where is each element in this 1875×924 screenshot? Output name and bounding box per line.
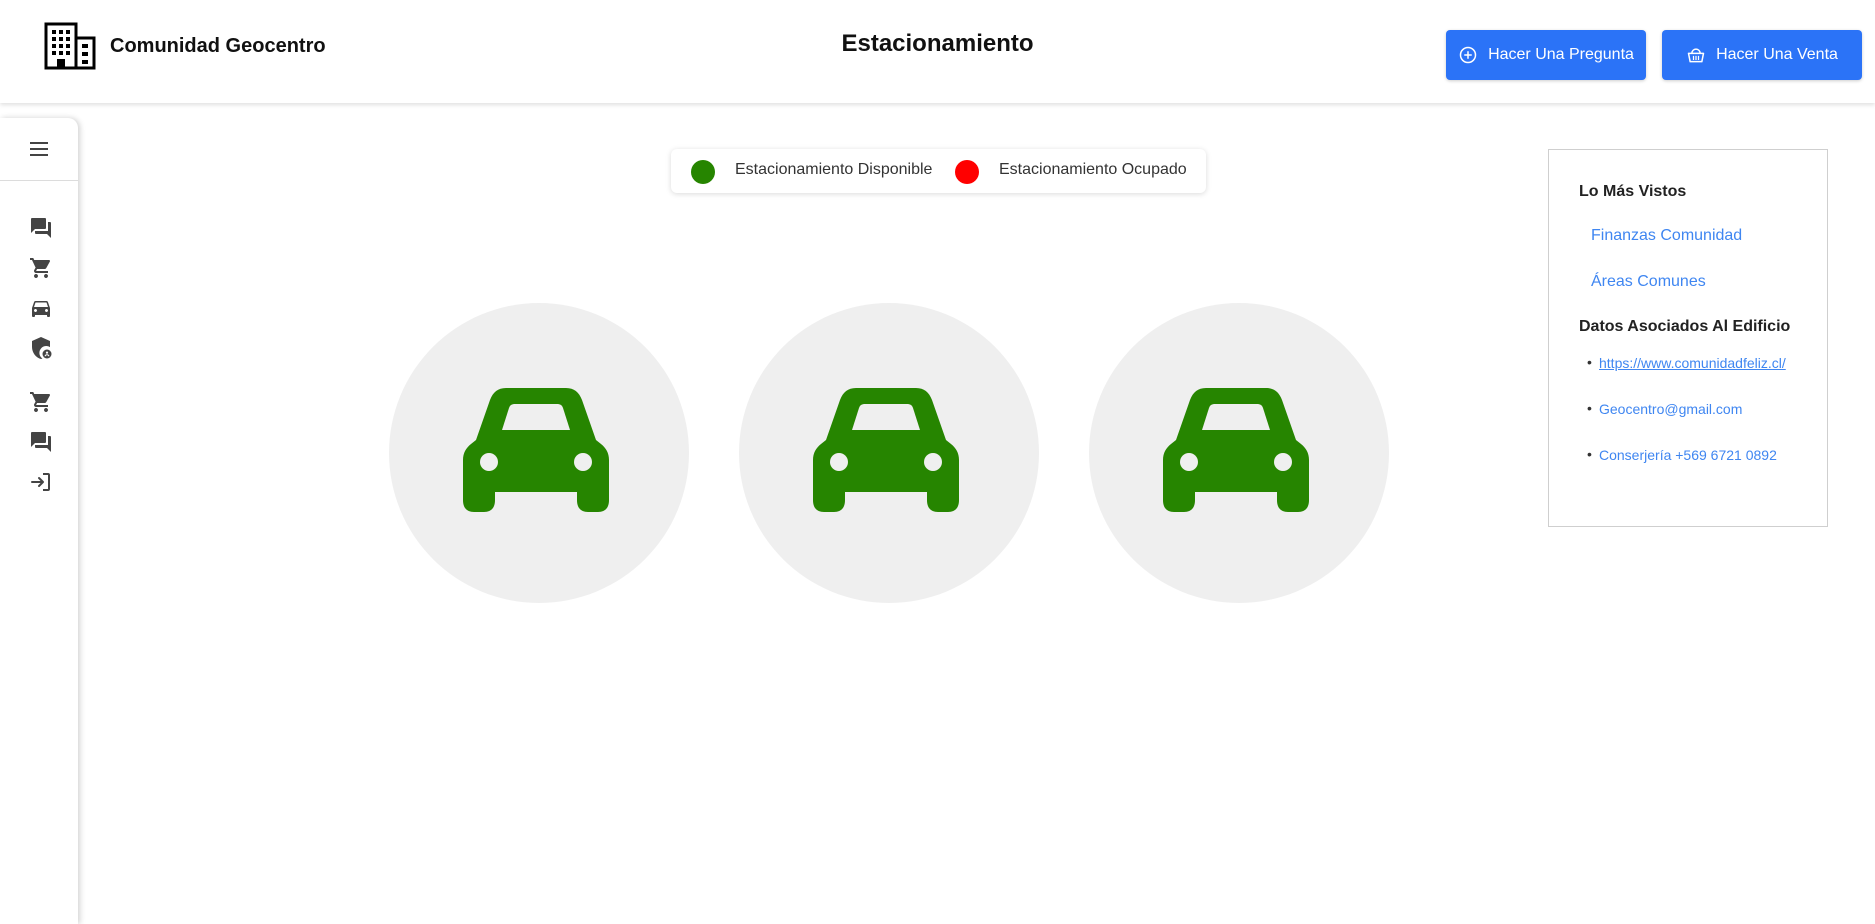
bullet: • <box>1587 446 1592 462</box>
chat-icon[interactable] <box>29 216 53 240</box>
make-sale-label: Hacer Una Venta <box>1716 46 1838 63</box>
most-viewed-title: Lo Más Vistos <box>1579 183 1687 200</box>
occupied-label: Estacionamiento Ocupado <box>999 161 1187 178</box>
car-icon <box>463 388 609 512</box>
make-sale-button[interactable]: Hacer Una Venta <box>1662 30 1862 80</box>
parking-spot[interactable] <box>739 303 1039 603</box>
add-circle-icon <box>1459 46 1477 64</box>
bullet: • <box>1587 400 1592 416</box>
brand[interactable]: Comunidad Geocentro <box>44 22 326 70</box>
building-icon <box>44 22 96 70</box>
parking-legend: Estacionamiento Disponible Estacionamien… <box>671 149 1206 193</box>
car-icon[interactable] <box>29 296 53 320</box>
basket-icon <box>1687 48 1705 63</box>
car-icon <box>813 388 959 512</box>
cart-icon[interactable] <box>29 390 53 414</box>
app-header: Comunidad Geocentro Estacionamiento Hace… <box>0 0 1875 103</box>
website-link[interactable]: https://www.comunidadfeliz.cl/ <box>1599 355 1786 371</box>
ask-question-button[interactable]: Hacer Una Pregunta <box>1446 30 1646 80</box>
occupied-dot <box>955 160 979 184</box>
concierge-phone: Conserjería +569 6721 0892 <box>1599 447 1777 463</box>
brand-name: Comunidad Geocentro <box>110 34 326 57</box>
available-dot <box>691 160 715 184</box>
ask-question-label: Hacer Una Pregunta <box>1488 46 1634 63</box>
bullet: • <box>1587 354 1592 370</box>
info-panel: Lo Más Vistos Finanzas Comunidad Áreas C… <box>1548 149 1828 527</box>
link-areas-comunes[interactable]: Áreas Comunes <box>1591 273 1706 291</box>
email-text: Geocentro@gmail.com <box>1599 401 1743 417</box>
security-icon[interactable] <box>29 336 53 360</box>
sidebar <box>0 118 78 924</box>
link-finanzas-comunidad[interactable]: Finanzas Comunidad <box>1591 227 1742 245</box>
logout-icon[interactable] <box>29 470 53 494</box>
building-data-title: Datos Asociados Al Edificio <box>1579 318 1791 335</box>
available-label: Estacionamiento Disponible <box>735 161 933 178</box>
car-icon <box>1163 388 1309 512</box>
parking-spot[interactable] <box>1089 303 1389 603</box>
cart-icon[interactable] <box>29 256 53 280</box>
chat-icon[interactable] <box>29 430 53 454</box>
sidebar-menu-toggle[interactable] <box>0 118 78 181</box>
parking-spot[interactable] <box>389 303 689 603</box>
menu-icon <box>30 142 48 156</box>
